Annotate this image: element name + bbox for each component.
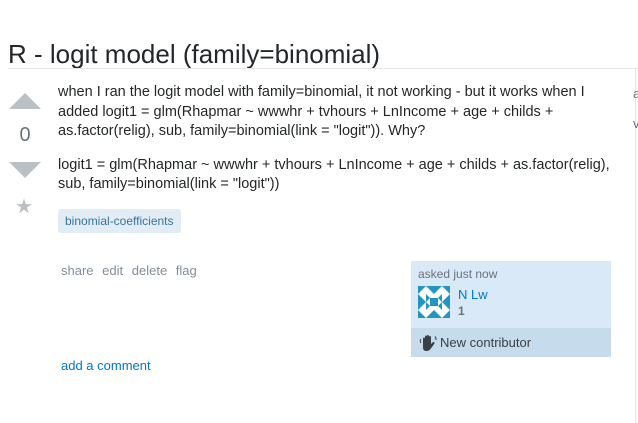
question-page: R - logit model (family=binomial) 0 ★ wh…	[0, 0, 638, 423]
share-link[interactable]: share	[61, 263, 94, 278]
flag-link[interactable]: flag	[176, 263, 197, 278]
add-comment-link[interactable]: add a comment	[61, 357, 151, 374]
upvote-arrow-icon[interactable]	[9, 93, 41, 109]
user-avatar-icon[interactable]	[418, 286, 450, 318]
owner-card: asked just now N Lw 1	[411, 261, 611, 328]
question-code-paragraph: logit1 = glm(Rhapmar ~ wwwhr + tvhours +…	[58, 156, 610, 193]
sidebar-fragment: a	[633, 86, 638, 101]
question-title[interactable]: R - logit model (family=binomial)	[8, 37, 380, 71]
sidebar-fragment: v	[633, 116, 638, 131]
title-divider	[8, 68, 638, 69]
asked-time: asked just now	[418, 267, 498, 281]
downvote-arrow-icon[interactable]	[9, 162, 41, 178]
question-body-paragraph: when I ran the logit model with family=b…	[58, 84, 585, 139]
post-menu: share edit delete flag	[61, 262, 202, 279]
tag-binomial-coefficients[interactable]: binomial-coefficients	[58, 209, 181, 233]
edit-link[interactable]: edit	[102, 263, 123, 278]
vote-count: 0	[19, 124, 31, 146]
new-contributor-banner[interactable]: New contributor	[411, 328, 611, 357]
delete-link[interactable]: delete	[132, 263, 167, 278]
question-body: when I ran the logit model with family=b…	[58, 83, 618, 209]
wave-hand-icon	[419, 335, 437, 351]
user-name-link[interactable]: N Lw	[458, 287, 488, 303]
new-contributor-label: New contributor	[440, 335, 532, 350]
favorite-star-icon[interactable]: ★	[15, 196, 33, 218]
user-reputation: 1	[458, 304, 465, 318]
